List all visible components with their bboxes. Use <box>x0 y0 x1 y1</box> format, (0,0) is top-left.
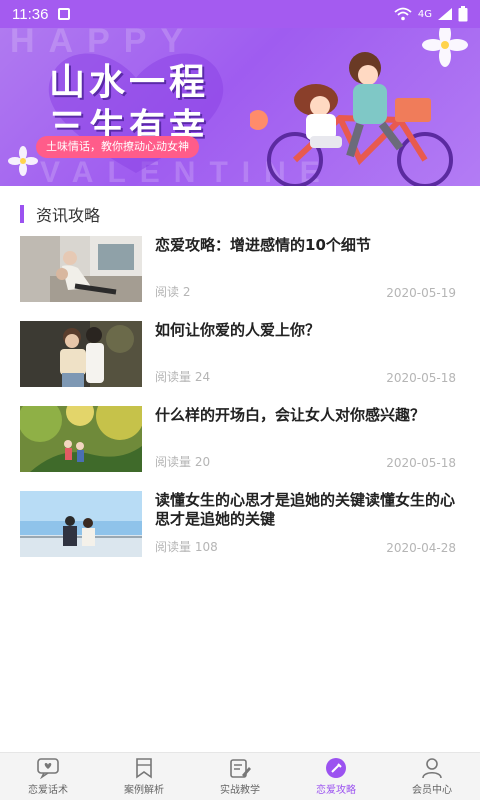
tab-love-strategy[interactable]: 恋爱攻略 <box>288 753 384 800</box>
article-item[interactable]: 读懂女生的心思才是追她的关键读懂女生的心思才是追她的关键 阅读量 108 202… <box>20 491 460 557</box>
tab-label: 恋爱话术 <box>28 785 68 796</box>
promo-banner[interactable]: HAPPY VALENTINE 山水一程 三生有幸 土味情话，教你撩动心动女神 <box>0 28 480 186</box>
chat-heart-icon <box>37 758 59 779</box>
tab-practical-teaching[interactable]: 实战教学 <box>192 753 288 800</box>
article-thumbnail <box>20 491 142 557</box>
wifi-icon <box>394 7 412 21</box>
section-header: 资讯攻略 <box>20 204 101 225</box>
battery-icon <box>458 6 468 22</box>
article-title: 读懂女生的心思才是追她的关键读懂女生的心思才是追她的关键 <box>155 491 456 528</box>
banner-tagline: 土味情话，教你撩动心动女神 <box>36 136 199 158</box>
article-thumbnail <box>20 321 142 387</box>
tab-label: 恋爱攻略 <box>316 785 356 796</box>
article-date: 2020-05-18 <box>386 456 456 470</box>
article-date: 2020-05-19 <box>386 286 456 300</box>
section-accent-bar <box>20 205 24 223</box>
couple-bicycle-illustration <box>250 28 468 186</box>
article-thumbnail <box>20 236 142 302</box>
tab-case-analysis[interactable]: 案例解析 <box>96 753 192 800</box>
strategy-icon <box>326 758 346 778</box>
notification-app-icon <box>58 8 71 20</box>
flower-icon <box>8 146 38 176</box>
status-time: 11:36 <box>12 5 49 23</box>
article-thumbnail <box>20 406 142 472</box>
bookmark-icon <box>136 758 152 779</box>
tab-label: 会员中心 <box>412 785 452 796</box>
section-title: 资讯攻略 <box>36 206 101 225</box>
edit-note-icon <box>230 759 251 778</box>
article-title: 什么样的开场白，会让女人对你感兴趣？ <box>155 406 426 424</box>
tab-label: 实战教学 <box>220 785 260 796</box>
article-read-count: 阅读量 108 <box>155 540 218 554</box>
tab-member-center[interactable]: 会员中心 <box>384 753 480 800</box>
status-bar: 11:36 4G <box>0 0 480 28</box>
bottom-tab-bar: 恋爱话术 案例解析 实战教学 恋爱攻略 会员中心 <box>0 752 480 800</box>
article-read-count: 阅读量 20 <box>155 455 211 469</box>
user-icon <box>422 758 442 779</box>
tab-love-talk[interactable]: 恋爱话术 <box>0 753 96 800</box>
article-title: 恋爱攻略：增进感情的10个细节 <box>155 236 371 254</box>
article-item[interactable]: 恋爱攻略：增进感情的10个细节 阅读 2 2020-05-19 <box>20 236 460 302</box>
article-item[interactable]: 什么样的开场白，会让女人对你感兴趣？ 阅读量 20 2020-05-18 <box>20 406 460 472</box>
article-item[interactable]: 如何让你爱的人爱上你？ 阅读量 24 2020-05-18 <box>20 321 460 387</box>
tab-label: 案例解析 <box>124 785 164 796</box>
status-indicators: 4G <box>394 6 468 22</box>
article-title: 如何让你爱的人爱上你？ <box>155 321 321 339</box>
signal-icon <box>438 8 452 20</box>
article-read-count: 阅读量 24 <box>155 370 211 384</box>
article-date: 2020-05-18 <box>386 371 456 385</box>
article-read-count: 阅读 2 <box>155 285 191 299</box>
article-date: 2020-04-28 <box>386 541 456 555</box>
network-type: 4G <box>417 8 432 20</box>
